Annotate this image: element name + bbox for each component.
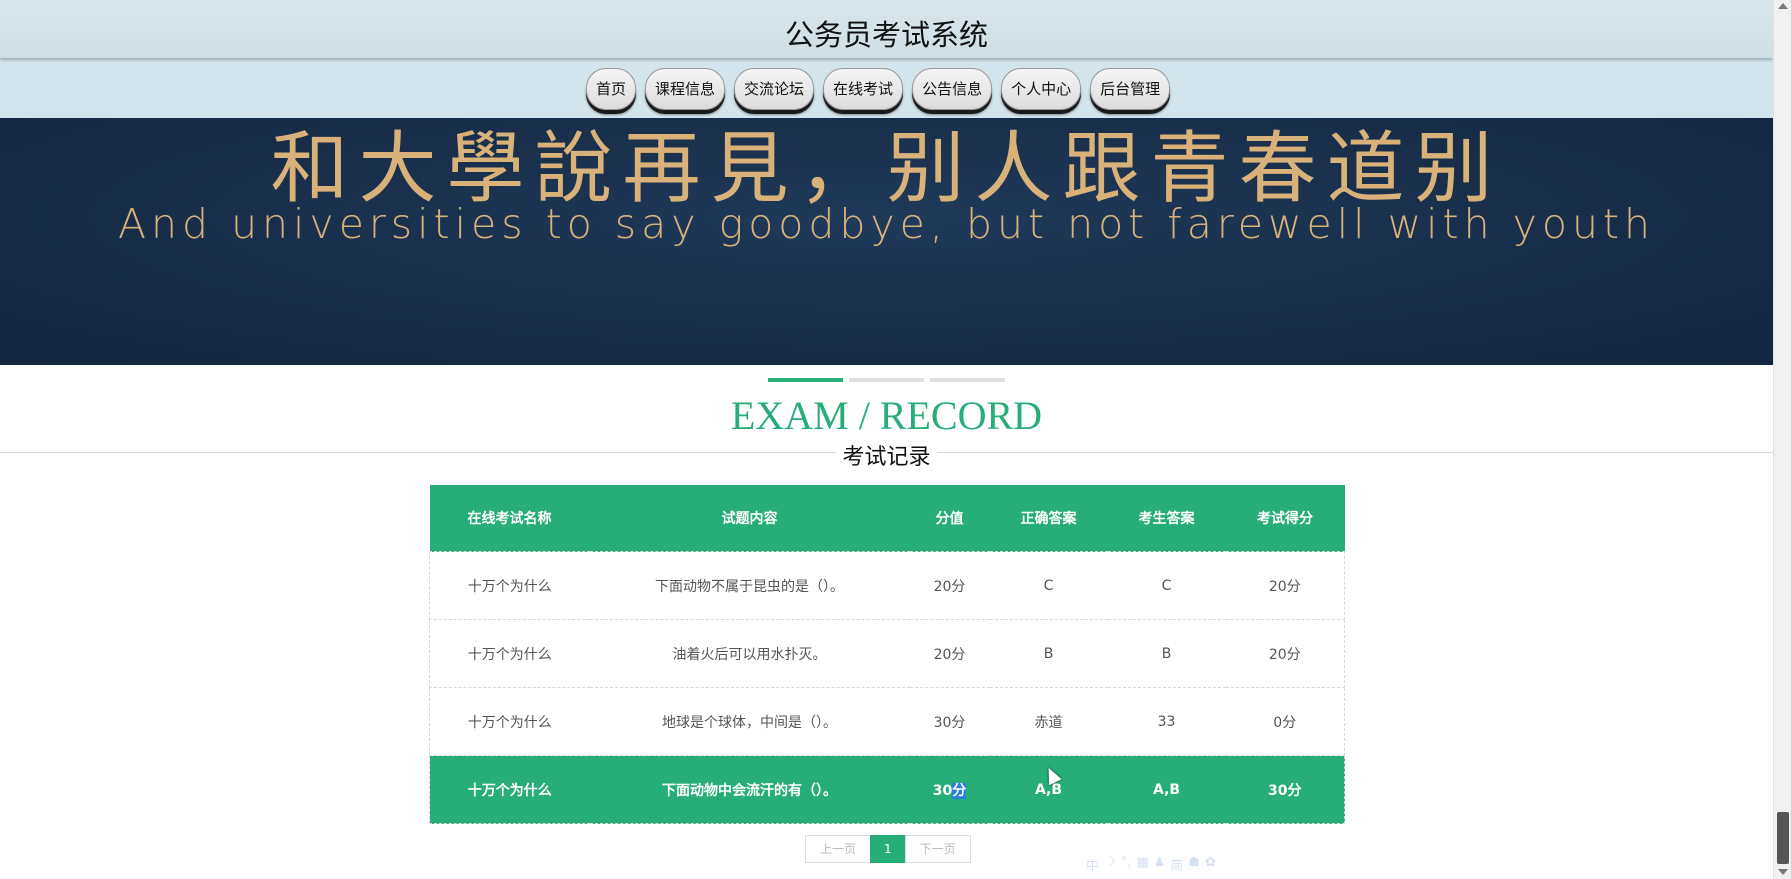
column-header-question: 试题内容 <box>589 485 910 552</box>
nav-item-courses[interactable]: 课程信息 <box>645 68 726 110</box>
column-header-exam-name: 在线考试名称 <box>429 485 590 552</box>
table-header-row: 在线考试名称 试题内容 分值 正确答案 考生答案 考试得分 <box>429 485 1345 552</box>
ime-icon-7[interactable]: ✿ <box>1205 855 1216 874</box>
ime-toolbar[interactable]: 中 ☽ °, ▦ ♟ 简 ☗ ✿ <box>1086 855 1216 874</box>
site-title: 公务员考试系统 <box>784 20 988 52</box>
cell-correct-answer: 赤道 <box>989 687 1108 756</box>
cell-points: 20分 <box>909 619 990 688</box>
table-row-hovered[interactable]: 十万个为什么 下面动物中会流汗的有（）。 30分 A,B A,B 30分 <box>429 755 1345 824</box>
cell-question: 油着火后可以用水扑灭。 <box>589 619 910 688</box>
cell-correct-answer: C <box>989 551 1108 620</box>
ime-icon-4[interactable]: ♟ <box>1154 855 1166 874</box>
cell-points-value: 30 <box>932 782 953 799</box>
table-row[interactable]: 十万个为什么 油着火后可以用水扑灭。 20分 B B 20分 <box>429 619 1345 688</box>
column-header-student-answer: 考生答案 <box>1107 485 1226 552</box>
ime-icon-0[interactable]: 中 <box>1086 855 1099 874</box>
cell-student-answer: A,B <box>1107 755 1226 824</box>
nav-item-home[interactable]: 首页 <box>586 68 637 110</box>
cell-question: 地球是个球体，中间是（）。 <box>589 687 910 756</box>
pagination: 上一页 1 下一页 <box>805 835 971 863</box>
main-nav: 首页 课程信息 交流论坛 在线考试 公告信息 个人中心 后台管理 <box>0 58 1773 118</box>
cell-student-answer: 33 <box>1107 687 1226 756</box>
cell-points: 20分 <box>909 551 990 620</box>
scroll-down-arrow-icon[interactable] <box>1778 869 1788 875</box>
ime-icon-1[interactable]: ☽ <box>1104 855 1116 874</box>
ime-icon-6[interactable]: ☗ <box>1188 855 1200 874</box>
ime-icon-2[interactable]: °, <box>1121 855 1132 874</box>
selected-text: 分 <box>952 782 967 799</box>
nav-list: 首页 课程信息 交流论坛 在线考试 公告信息 个人中心 后台管理 <box>586 68 1171 110</box>
vertical-scrollbar[interactable] <box>1773 0 1791 879</box>
cell-score: 0分 <box>1225 687 1345 756</box>
next-page-button[interactable]: 下一页 <box>904 835 971 863</box>
prev-page-button[interactable]: 上一页 <box>805 835 872 863</box>
cell-points: 30分 <box>909 687 990 756</box>
cell-exam-name: 十万个为什么 <box>429 687 590 756</box>
cell-score: 30分 <box>1225 755 1345 824</box>
scroll-up-arrow-icon[interactable] <box>1778 3 1788 9</box>
cell-correct-answer: B <box>989 619 1108 688</box>
column-header-points: 分值 <box>909 485 990 552</box>
section-title-cn: 考试记录 <box>836 439 937 471</box>
column-header-correct-answer: 正确答案 <box>989 485 1108 552</box>
cell-student-answer: B <box>1107 619 1226 688</box>
section-title-en: EXAM / RECORD <box>730 393 1043 438</box>
cell-student-answer: C <box>1107 551 1226 620</box>
header: 公务员考试系统 <box>0 0 1773 58</box>
ime-icon-5[interactable]: 简 <box>1170 855 1183 874</box>
nav-item-online-exam[interactable]: 在线考试 <box>823 68 904 110</box>
cell-exam-name: 十万个为什么 <box>429 551 590 620</box>
scrollbar-thumb[interactable] <box>1777 812 1789 864</box>
table-row[interactable]: 十万个为什么 地球是个球体，中间是（）。 30分 赤道 33 0分 <box>429 687 1345 756</box>
carousel-indicator-3[interactable] <box>930 378 1005 382</box>
nav-item-personal-center[interactable]: 个人中心 <box>1001 68 1082 110</box>
banner-text-en: And universities to say goodbye, but not… <box>117 200 1655 248</box>
banner-carousel[interactable]: 和大學說再見，别人跟青春道别 And universities to say g… <box>0 118 1773 365</box>
section-title-cn-wrap: 考试记录 <box>0 439 1773 471</box>
carousel-indicator-2[interactable] <box>849 378 924 382</box>
cell-question: 下面动物中会流汗的有（）。 <box>589 755 910 824</box>
carousel-indicator-1[interactable] <box>768 378 843 382</box>
nav-item-announcements[interactable]: 公告信息 <box>912 68 993 110</box>
cell-points: 30分 <box>909 755 990 824</box>
page-1-button[interactable]: 1 <box>870 835 906 863</box>
exam-record-table: 在线考试名称 试题内容 分值 正确答案 考生答案 考试得分 十万个为什么 下面动… <box>429 485 1345 824</box>
cell-score: 20分 <box>1225 551 1345 620</box>
column-header-score: 考试得分 <box>1225 485 1345 552</box>
nav-item-forum[interactable]: 交流论坛 <box>734 68 815 110</box>
cell-exam-name: 十万个为什么 <box>429 755 590 824</box>
cell-correct-answer: A,B <box>989 755 1108 824</box>
cell-exam-name: 十万个为什么 <box>429 619 590 688</box>
cell-question: 下面动物不属于昆虫的是（）。 <box>589 551 910 620</box>
cell-score: 20分 <box>1225 619 1345 688</box>
carousel-indicators <box>768 378 1005 382</box>
ime-icon-3[interactable]: ▦ <box>1136 855 1148 874</box>
page: 公务员考试系统 首页 课程信息 交流论坛 在线考试 公告信息 个人中心 后台管理… <box>0 0 1773 879</box>
table-row[interactable]: 十万个为什么 下面动物不属于昆虫的是（）。 20分 C C 20分 <box>429 551 1345 620</box>
nav-item-admin[interactable]: 后台管理 <box>1090 68 1171 110</box>
